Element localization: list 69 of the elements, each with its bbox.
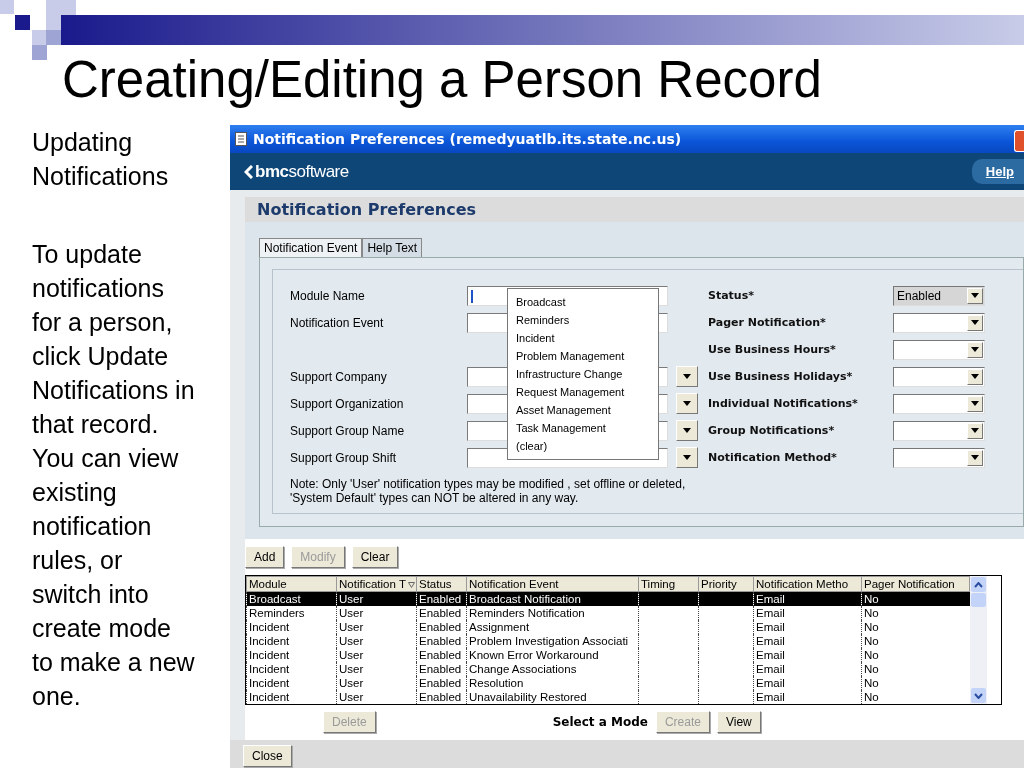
field-label: Group Notifications* [708,424,836,437]
table-cell: Incident [249,621,290,633]
field-label: Notification Method* [708,451,838,464]
table-cell: Incident [249,691,290,703]
field-label: Status* [708,289,755,302]
table-cell: User [339,677,364,689]
field-label: Support Company [290,369,388,384]
mode-label: Select a Mode [552,715,648,729]
table-cell: User [339,607,364,619]
field-label: Support Group Shift [290,450,398,465]
table-cell: Broadcast Notification [469,593,581,605]
table-cell: Email [756,691,785,703]
window-title: Notification Preferences (remedyuatlb.its.state.nc.us) [253,131,682,147]
table-cell: No [864,593,879,605]
slide-title: Creating/Editing a Person Record [62,52,823,109]
table-cell: Enabled [419,691,462,703]
table-cell: Broadcast [249,593,301,605]
table-cell: Email [756,621,785,633]
slide-heading: Updating Notifications [32,127,170,192]
table-cell: Known Error Workaround [469,649,599,661]
table-cell: Enabled [419,649,462,661]
field-label: Pager Notification* [708,316,827,329]
table-cell: No [864,691,879,703]
table-cell: Resolution [469,677,524,689]
table-cell: Enabled [419,621,462,633]
table-cell: Incident [249,677,290,689]
table-cell: Assignment [469,621,530,633]
field-label: Notification Event [290,315,385,330]
table-cell: User [339,649,364,661]
table-cell: Email [756,649,785,661]
table-cell: No [864,663,879,675]
table-cell: User [339,593,364,605]
table-cell: Problem Investigation Associati [469,635,629,647]
field-label: Individual Notifications* [708,397,859,410]
field-label: Support Group Name [290,423,406,438]
table-cell: No [864,635,879,647]
table-cell: Enabled [419,607,462,619]
table-cell: Enabled [419,677,462,689]
panel-title: Notification Preferences [257,200,476,219]
table-cell: No [864,621,879,633]
field-label: Use Business Holidays* [708,370,854,383]
table-cell: Unavailability Restored [469,691,587,703]
table-cell: User [339,621,364,633]
table-cell: Enabled [419,635,462,647]
table-cell: Incident [249,635,290,647]
table-cell: No [864,677,879,689]
table-cell: User [339,635,364,647]
table-cell: Email [756,677,785,689]
table-cell: Email [756,663,785,675]
table-cell: Incident [249,649,290,661]
brand-logo: bmcsoftware [255,161,349,182]
table-cell: No [864,649,879,661]
table-cell: User [339,691,364,703]
table-cell: Email [756,607,785,619]
table-cell: Reminders [249,607,305,619]
table-cell: Enabled [419,593,462,605]
slide-body-text: To update notifications for a person, click Update Notifications in that record. You can view existing notification rules, or switch into create mode to make a new one. [32,239,196,712]
table-cell: Enabled [419,663,462,675]
table-cell: No [864,607,879,619]
field-label: Module Name [290,288,366,303]
table-cell: Reminders Notification [469,607,585,619]
table-cell: Email [756,635,785,647]
field-label: Use Business Hours* [708,343,837,356]
note-text: Note: Only 'User' notification types may be modified , set offline or deleted, 'System Default' types can NOT be altered in any way. [290,477,687,505]
table-cell: Change Associations [469,663,577,675]
field-label: Support Organization [290,396,405,411]
table-cell: User [339,663,364,675]
table-cell: Incident [249,663,290,675]
table-cell: Email [756,593,785,605]
